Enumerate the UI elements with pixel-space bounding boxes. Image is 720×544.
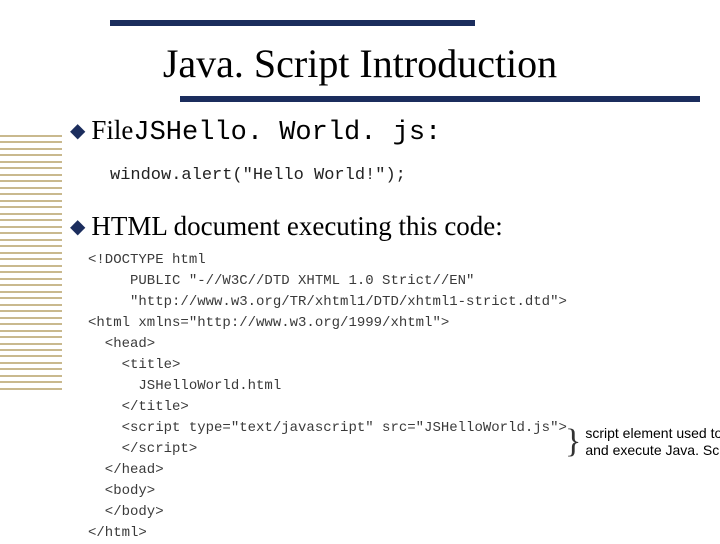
decorative-stripes: [0, 135, 62, 390]
bullet-diamond-icon: ◆: [70, 214, 85, 239]
callout-text: script element used to load and execute …: [585, 425, 720, 460]
bullet-html: ◆ HTML document executing this code:: [70, 211, 700, 242]
bullet-file-prefix: File: [91, 115, 133, 146]
bullet-file-filename: JSHello. World. js:: [133, 118, 441, 148]
bullet-diamond-icon: ◆: [70, 118, 85, 143]
code-snippet-js: window.alert("Hello World!");: [100, 160, 416, 191]
callout-script-element: } script element used to load and execut…: [565, 423, 720, 461]
bullet-file: ◆ File JSHello. World. js:: [70, 115, 700, 148]
code-snippet-html: <!DOCTYPE html PUBLIC "-//W3C//DTD XHTML…: [88, 250, 700, 544]
brace-icon: }: [565, 423, 581, 461]
bullet-html-text: HTML document executing this code:: [91, 211, 502, 242]
title-rule-bottom: [180, 96, 700, 102]
title-rule-top: [110, 20, 475, 26]
slide-title: Java. Script Introduction: [0, 40, 720, 87]
